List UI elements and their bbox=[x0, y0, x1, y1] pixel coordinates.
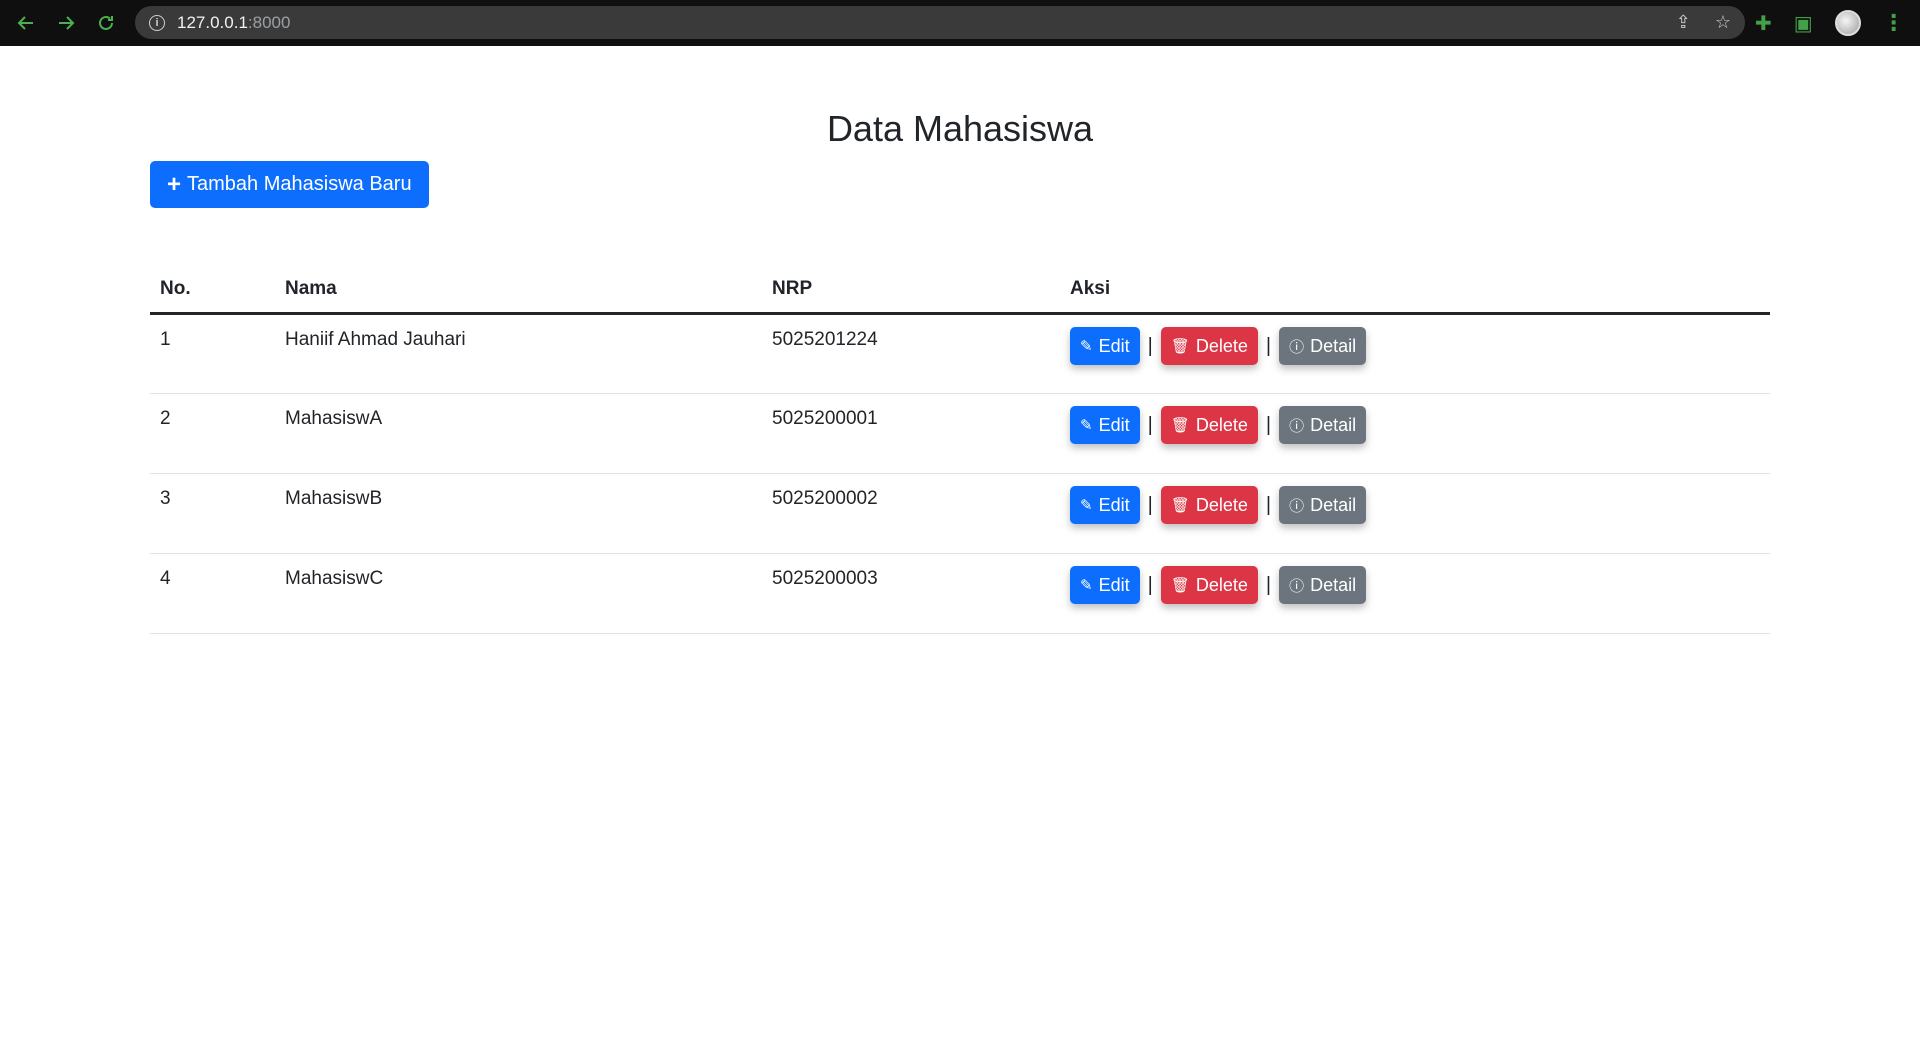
delete-label: Delete bbox=[1195, 574, 1248, 595]
cell-nama: MahasiswA bbox=[275, 393, 762, 474]
edit-icon: ✎ bbox=[1080, 417, 1093, 434]
reload-button[interactable] bbox=[86, 0, 126, 46]
table-header-row: No. Nama NRP Aksi bbox=[150, 278, 1770, 315]
header-nama: Nama bbox=[275, 278, 762, 315]
edit-button[interactable]: ✎ Edit bbox=[1070, 566, 1140, 604]
address-bar[interactable]: i 127.0.0.1 :8000 ⇪ ☆ bbox=[135, 6, 1745, 39]
delete-label: Delete bbox=[1195, 494, 1248, 515]
detail-label: Detail bbox=[1310, 414, 1357, 435]
cell-no: 1 bbox=[150, 313, 275, 394]
edit-icon: ✎ bbox=[1080, 338, 1093, 355]
edit-label: Edit bbox=[1098, 494, 1130, 515]
trash-icon: 🗑 bbox=[1170, 417, 1190, 434]
arrow-left-icon bbox=[17, 16, 33, 30]
table-row: 2 MahasiswA 5025200001 ✎ Edit | 🗑 Delete |… bbox=[150, 393, 1770, 474]
edit-icon: ✎ bbox=[1080, 497, 1093, 514]
detail-button[interactable]: ⓘ Detail bbox=[1279, 327, 1367, 365]
cell-nrp: 5025200002 bbox=[762, 473, 1060, 554]
trash-icon: 🗑 bbox=[1170, 497, 1190, 514]
action-separator: | bbox=[1147, 493, 1153, 516]
header-nrp: NRP bbox=[762, 278, 1060, 315]
cell-no: 3 bbox=[150, 473, 275, 554]
cell-nrp: 5025200001 bbox=[762, 393, 1060, 474]
side-panel-icon[interactable]: ▣ bbox=[1794, 11, 1813, 36]
edit-icon: ✎ bbox=[1080, 577, 1093, 594]
action-separator: | bbox=[1265, 573, 1272, 596]
add-student-button[interactable]: + Tambah Mahasiswa Baru bbox=[150, 161, 429, 208]
student-table-container: No. Nama NRP Aksi 1 Haniif Ahmad Jauhari… bbox=[150, 278, 1770, 634]
cell-no: 2 bbox=[150, 393, 275, 474]
detail-button[interactable]: ⓘ Detail bbox=[1279, 486, 1367, 524]
action-separator: | bbox=[1147, 413, 1153, 436]
url-port: :8000 bbox=[247, 12, 291, 32]
info-icon[interactable]: i bbox=[149, 14, 165, 31]
edit-button[interactable]: ✎ Edit bbox=[1070, 486, 1140, 524]
edit-label: Edit bbox=[1098, 574, 1130, 595]
delete-button[interactable]: 🗑 Delete bbox=[1160, 486, 1258, 524]
cell-nama: MahasiswC bbox=[275, 553, 762, 634]
action-separator: | bbox=[1265, 334, 1272, 357]
browser-toolbar: i 127.0.0.1 :8000 ⇪ ☆ ✚ ▣ ⋮ bbox=[0, 0, 1920, 46]
edit-label: Edit bbox=[1098, 335, 1130, 356]
delete-button[interactable]: 🗑 Delete bbox=[1160, 327, 1258, 365]
share-icon[interactable]: ⇪ bbox=[1676, 12, 1691, 33]
action-separator: | bbox=[1265, 413, 1272, 436]
cell-aksi: ✎ Edit | 🗑 Delete | ⓘ Detail bbox=[1060, 553, 1770, 634]
page-title: Data Mahasiswa bbox=[826, 108, 1094, 149]
action-separator: | bbox=[1147, 573, 1153, 596]
table-row: 3 MahasiswB 5025200002 ✎ Edit | 🗑 Delete |… bbox=[150, 473, 1770, 554]
arrow-right-icon bbox=[59, 16, 75, 30]
cell-nrp: 5025200003 bbox=[762, 553, 1060, 634]
cell-nama: Haniif Ahmad Jauhari bbox=[275, 313, 762, 394]
row-actions: ✎ Edit | 🗑 Delete | ⓘ Detail bbox=[1070, 327, 1760, 365]
table-row: 1 Haniif Ahmad Jauhari 5025201224 ✎ Edit … bbox=[150, 313, 1770, 394]
edit-button[interactable]: ✎ Edit bbox=[1070, 406, 1140, 444]
row-actions: ✎ Edit | 🗑 Delete | ⓘ Detail bbox=[1070, 486, 1760, 524]
extension-area: ✚ ▣ ⋮ bbox=[1755, 0, 1905, 46]
detail-label: Detail bbox=[1310, 494, 1357, 515]
detail-label: Detail bbox=[1310, 335, 1357, 356]
back-button[interactable] bbox=[6, 0, 46, 46]
student-table: No. Nama NRP Aksi 1 Haniif Ahmad Jauhari… bbox=[150, 278, 1770, 634]
trash-icon: 🗑 bbox=[1170, 338, 1190, 355]
forward-button[interactable] bbox=[46, 0, 86, 46]
detail-label: Detail bbox=[1310, 574, 1357, 595]
plus-icon: + bbox=[167, 170, 182, 198]
cell-aksi: ✎ Edit | 🗑 Delete | ⓘ Detail bbox=[1060, 393, 1770, 474]
page-content: Data Mahasiswa + Tambah Mahasiswa Baru N… bbox=[0, 46, 1920, 1038]
info-circle-icon: ⓘ bbox=[1289, 497, 1305, 515]
delete-button[interactable]: 🗑 Delete bbox=[1160, 566, 1258, 604]
action-separator: | bbox=[1265, 493, 1272, 516]
delete-label: Delete bbox=[1195, 414, 1248, 435]
avatar[interactable] bbox=[1834, 10, 1861, 36]
row-actions: ✎ Edit | 🗑 Delete | ⓘ Detail bbox=[1070, 566, 1760, 604]
cell-aksi: ✎ Edit | 🗑 Delete | ⓘ Detail bbox=[1060, 473, 1770, 554]
action-separator: | bbox=[1147, 334, 1153, 357]
kebab-menu-icon[interactable]: ⋮ bbox=[1883, 10, 1905, 36]
info-circle-icon: ⓘ bbox=[1289, 417, 1305, 435]
info-circle-icon: ⓘ bbox=[1289, 577, 1305, 595]
cell-nrp: 5025201224 bbox=[762, 313, 1060, 394]
cell-no: 4 bbox=[150, 553, 275, 634]
trash-icon: 🗑 bbox=[1170, 577, 1190, 594]
cell-nama: MahasiswB bbox=[275, 473, 762, 554]
cell-aksi: ✎ Edit | 🗑 Delete | ⓘ Detail bbox=[1060, 313, 1770, 394]
detail-button[interactable]: ⓘ Detail bbox=[1279, 406, 1367, 444]
puzzle-icon[interactable]: ✚ bbox=[1755, 11, 1772, 36]
delete-button[interactable]: 🗑 Delete bbox=[1160, 406, 1258, 444]
reload-icon bbox=[99, 15, 113, 30]
row-actions: ✎ Edit | 🗑 Delete | ⓘ Detail bbox=[1070, 406, 1760, 444]
star-icon[interactable]: ☆ bbox=[1715, 12, 1731, 33]
url-host: 127.0.0.1 bbox=[177, 12, 248, 32]
detail-button[interactable]: ⓘ Detail bbox=[1279, 566, 1367, 604]
header-aksi: Aksi bbox=[1060, 278, 1770, 315]
header-no: No. bbox=[150, 278, 275, 315]
delete-label: Delete bbox=[1195, 335, 1248, 356]
table-row: 4 MahasiswC 5025200003 ✎ Edit | 🗑 Delete |… bbox=[150, 553, 1770, 634]
info-circle-icon: ⓘ bbox=[1289, 338, 1305, 356]
edit-button[interactable]: ✎ Edit bbox=[1070, 327, 1140, 365]
add-student-label: Tambah Mahasiswa Baru bbox=[187, 173, 412, 195]
address-actions: ⇪ ☆ bbox=[1676, 6, 1731, 39]
edit-label: Edit bbox=[1098, 414, 1130, 435]
